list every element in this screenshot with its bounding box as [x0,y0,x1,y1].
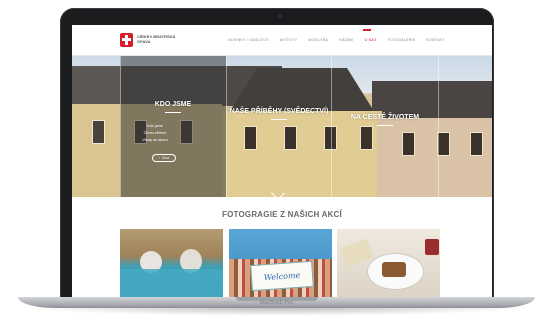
nav-item-kontakt[interactable]: Kontakt [426,38,444,42]
building-window [470,132,483,156]
logo-text[interactable]: CÍRKEV BRATRSKÁ OPAVA [137,34,182,44]
building-window [284,126,297,150]
nav-item-aktivity[interactable]: Aktivity [280,38,298,42]
arrow-right-icon: › [158,156,160,160]
gallery-photo-communion[interactable] [337,229,440,297]
hero-link-vstup-do-sboru[interactable]: Vstup do sboru [120,138,190,142]
section-title: FOTOGRAGIE Z NAŠICH AKCÍ [222,210,342,219]
panel-divider [331,56,332,197]
panel-divider [438,56,439,197]
building-roof [227,68,377,116]
hero-section: KDO JSME Kdo jsme Čemu věříme Vstup do s… [72,56,492,197]
hero-more-button[interactable]: › Více [152,154,176,162]
building-window [244,126,257,150]
welcome-sign: Welcome [250,260,314,292]
active-nav-indicator [363,29,371,31]
cup-shape [425,239,439,255]
nav-item-o-nas[interactable]: O nás [364,38,376,42]
hero-link-cemu-verime[interactable]: Čemu věříme [120,131,190,135]
hero-title-kdo-jsme: KDO JSME [120,101,226,113]
panel-divider [226,56,227,197]
building-facade [377,118,492,197]
laptop-model-label: MacBook Pro [259,300,294,306]
church-logo-icon[interactable] [120,33,133,47]
food-shape [382,262,406,277]
hero-title-na-ceste-zivotem[interactable]: NA CESTĚ ŽIVOTEM [333,114,437,126]
nav-menu: Novinky / události Aktivity Modlitba Káz… [228,38,455,42]
gallery-photo-baptism[interactable] [120,229,223,297]
water-shape [120,269,223,297]
hero-link-kdo-jsme[interactable]: Kdo jsme [120,124,190,128]
hero-title-nase-pribehy[interactable]: NAŠE PŘÍBĚHY (SVĚDECTVÍ) [228,108,330,120]
building-window [402,132,415,156]
nav-item-kazani[interactable]: Kázání [339,38,353,42]
website-screen: CÍRKEV BRATRSKÁ OPAVA Novinky / události… [72,25,492,297]
site-navbar: CÍRKEV BRATRSKÁ OPAVA Novinky / události… [72,25,492,56]
hero-more-label: Více [162,156,170,160]
nav-item-fotogalerie[interactable]: Fotogalerie [388,38,416,42]
building-window [360,126,373,150]
hero-side-panel [72,56,120,197]
gallery-photo-group[interactable]: Welcome [229,229,332,297]
nav-item-novinky[interactable]: Novinky / události [228,38,269,42]
camera-icon [278,14,282,18]
nav-item-modlitba[interactable]: Modlitba [308,38,328,42]
